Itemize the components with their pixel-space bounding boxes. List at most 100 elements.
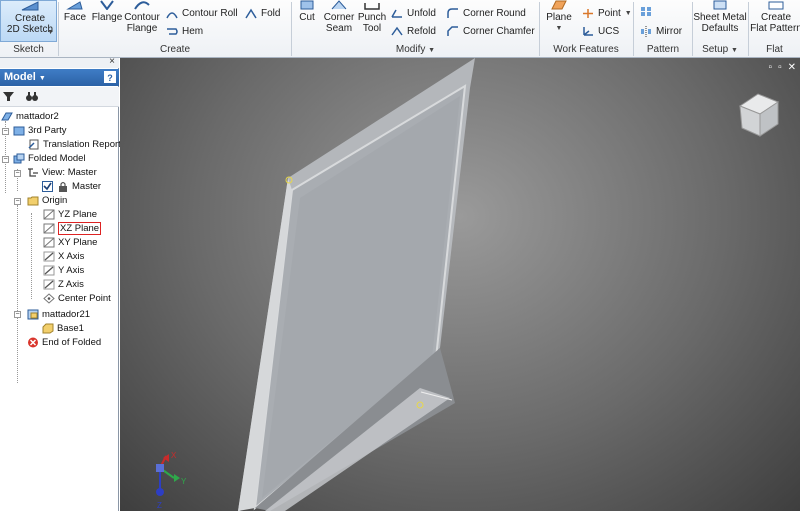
tree-node-origin[interactable]: Origin xyxy=(27,193,67,207)
view-cube[interactable] xyxy=(738,93,780,137)
ucs-button[interactable]: UCS xyxy=(582,24,619,38)
tree-node-label: Center Point xyxy=(58,292,111,304)
tree-node-3rd-party[interactable]: 3rd Party xyxy=(13,123,67,137)
tree-expander[interactable]: − xyxy=(14,170,21,177)
mirror-button[interactable]: Mirror xyxy=(640,24,682,38)
tree-expander[interactable]: − xyxy=(14,198,21,205)
chevron-down-icon[interactable]: ▼ xyxy=(625,10,632,17)
tree-node-label: XZ Plane xyxy=(58,221,102,235)
face-button[interactable]: Face xyxy=(61,0,89,23)
plane-icon xyxy=(551,0,567,10)
unfold-button[interactable]: Unfold xyxy=(391,6,436,20)
contour-flange-icon xyxy=(134,1,150,10)
tree-node-yz-plane[interactable]: YZ Plane xyxy=(43,207,97,221)
face-label: Face xyxy=(63,12,87,23)
contour-roll-label: Contour Roll xyxy=(182,7,238,19)
browser-header[interactable]: Model ▼ ? xyxy=(0,69,119,86)
sheet-metal-part[interactable] xyxy=(238,58,475,511)
chevron-down-icon[interactable]: ▼ xyxy=(731,47,738,54)
corner-seam-label: Corner Seam xyxy=(323,12,355,34)
hem-icon xyxy=(167,27,178,35)
tree-node-x-axis[interactable]: X Axis xyxy=(43,249,84,263)
browser-title: Model xyxy=(4,71,36,83)
tree-node-solid[interactable]: mattador21 xyxy=(27,307,90,321)
flange-button[interactable]: Flange xyxy=(91,0,123,23)
pattern-panel-label: Pattern xyxy=(646,44,680,55)
axis-icon xyxy=(43,251,55,261)
filter-icon[interactable] xyxy=(3,91,14,102)
ucs-icon xyxy=(583,26,593,36)
tree-node-view-master[interactable]: View: Master xyxy=(27,165,97,179)
rectangular-pattern-button[interactable] xyxy=(640,4,652,18)
modify-panel-label[interactable]: Modify ▼ xyxy=(293,43,538,57)
corner-seam-button[interactable]: Corner Seam xyxy=(321,0,357,34)
refold-button[interactable]: Refold xyxy=(391,24,436,38)
tree-expander[interactable]: − xyxy=(2,156,9,163)
tree-node-y-axis[interactable]: Y Axis xyxy=(43,263,84,277)
sheet-metal-defaults-button[interactable]: Sheet Metal Defaults xyxy=(693,0,747,34)
chevron-down-icon[interactable]: ▼ xyxy=(428,47,435,54)
tree-node-label: Folded Model xyxy=(28,152,86,164)
hem-button[interactable]: Hem xyxy=(166,24,203,38)
graphics-viewport[interactable]: ▫ ▫ ✕ X Y Z xyxy=(120,58,800,511)
triad-y-label: Y xyxy=(181,477,187,486)
sheet-metal-defaults-icon xyxy=(713,0,727,10)
create-panel-label: Create xyxy=(159,44,190,55)
mirror-label: Mirror xyxy=(656,25,683,37)
unfold-icon xyxy=(391,9,402,18)
corner-chamfer-icon xyxy=(447,25,458,36)
tree-node-master[interactable]: Master xyxy=(42,179,101,193)
corner-chamfer-button[interactable]: Corner Chamfer xyxy=(447,24,535,38)
tree-node-translation-report[interactable]: Translation Report xyxy=(28,137,121,151)
tree-node-label: Z Axis xyxy=(58,278,84,290)
tree-node-center-point[interactable]: Center Point xyxy=(43,291,111,305)
punch-tool-button[interactable]: Punch Tool xyxy=(357,0,387,34)
setup-panel-label[interactable]: Setup ▼ xyxy=(693,43,747,57)
chevron-down-icon[interactable]: ▼ xyxy=(47,29,54,36)
tree-connector xyxy=(31,213,32,299)
help-icon[interactable]: ? xyxy=(104,71,116,83)
folded-model-icon xyxy=(13,153,25,163)
tree-node-label: End of Folded xyxy=(42,336,102,348)
checkbox-checked-icon[interactable] xyxy=(42,180,54,192)
chevron-down-icon[interactable]: ▼ xyxy=(39,75,46,82)
fold-button[interactable]: Fold xyxy=(245,6,280,20)
tree-node-folded-model[interactable]: Folded Model xyxy=(13,151,86,165)
flange-icon xyxy=(100,0,114,10)
corner-round-button[interactable]: Corner Round xyxy=(447,6,526,20)
tree-node-label: X Axis xyxy=(58,250,85,262)
plane-icon xyxy=(43,237,55,247)
contour-flange-button[interactable]: Contour Flange xyxy=(123,0,161,34)
tree-node-end-of-folded[interactable]: End of Folded xyxy=(27,335,101,349)
create-flat-pattern-button[interactable]: Create Flat Pattern xyxy=(750,0,800,34)
close-icon[interactable]: × xyxy=(109,56,115,67)
browser-top-strip: × xyxy=(0,56,119,68)
create-2d-sketch-button[interactable]: Create 2D Sketch ▼ xyxy=(0,0,57,42)
cut-icon xyxy=(300,0,314,10)
ucs-label: UCS xyxy=(598,25,620,37)
tree-node-xz-plane[interactable]: XZ Plane xyxy=(43,221,102,235)
tree-node-z-axis[interactable]: Z Axis xyxy=(43,277,84,291)
sheet-metal-defaults-label: Sheet Metal Defaults xyxy=(693,12,747,34)
punch-tool-icon xyxy=(364,3,380,10)
corner-seam-icon xyxy=(331,0,347,10)
chevron-down-icon[interactable]: ▼ xyxy=(556,23,563,34)
tree-expander[interactable]: − xyxy=(14,311,21,318)
mirror-icon xyxy=(641,25,651,37)
feature-icon xyxy=(42,323,54,333)
contour-roll-button[interactable]: Contour Roll xyxy=(166,6,238,20)
binoculars-icon[interactable] xyxy=(26,91,38,102)
plane-button[interactable]: Plane ▼ xyxy=(543,0,575,34)
tree-node-base1[interactable]: Base1 xyxy=(42,321,84,335)
cut-button[interactable]: Cut xyxy=(295,0,319,23)
separator xyxy=(291,2,292,56)
tree-expander[interactable]: − xyxy=(2,128,9,135)
corner-round-label: Corner Round xyxy=(463,7,526,19)
report-icon xyxy=(28,139,39,149)
tree-node-xy-plane[interactable]: XY Plane xyxy=(43,235,97,249)
point-button[interactable]: Point ▼ xyxy=(582,6,632,20)
modify-panel-text: Modify xyxy=(395,44,426,55)
tree-node-label: XY Plane xyxy=(58,236,98,248)
tree-node-root[interactable]: mattador2 xyxy=(1,109,59,123)
tree-node-label: YZ Plane xyxy=(58,208,98,220)
